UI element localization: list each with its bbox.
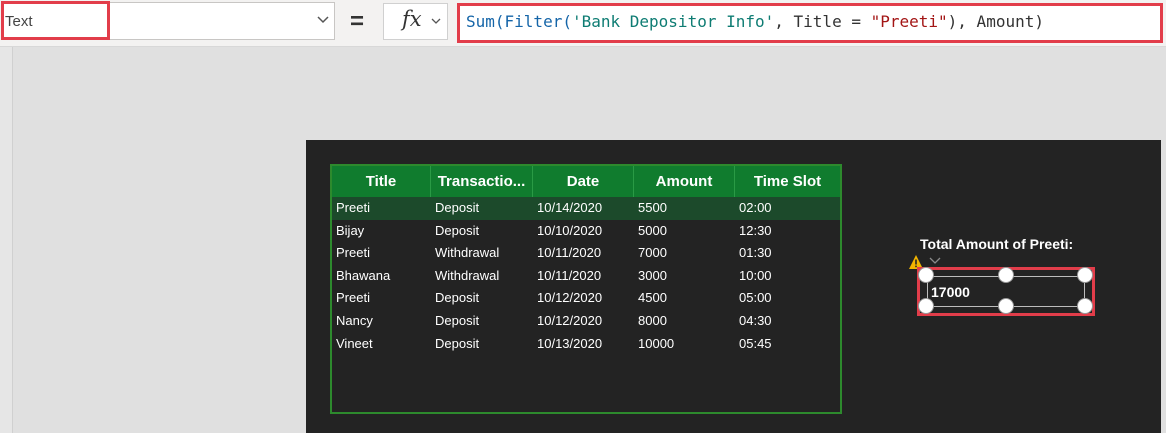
- cell-date: 10/12/2020: [537, 313, 603, 328]
- fx-button[interactable]: fx: [383, 3, 448, 40]
- table-row[interactable]: Preeti Deposit 10/14/2020 5500 02:00: [332, 197, 840, 220]
- total-value: 17000: [931, 284, 970, 300]
- cell-date: 10/11/2020: [537, 267, 602, 283]
- formula-sum: Sum(: [466, 12, 505, 31]
- data-table[interactable]: Title Transactio... Date Amount Time Slo…: [330, 164, 842, 414]
- cell-time-slot: 01:30: [739, 245, 772, 261]
- cell-amount: 4500: [638, 290, 667, 306]
- header-title[interactable]: Title: [332, 166, 431, 197]
- cell-transaction: Deposit: [435, 222, 480, 238]
- equals-sign: =: [350, 8, 365, 35]
- table-header: Title Transactio... Date Amount Time Slo…: [332, 166, 840, 197]
- cell-title: Preeti: [336, 245, 370, 261]
- cell-transaction: Deposit: [435, 313, 480, 328]
- cell-time-slot: 02:00: [739, 200, 772, 215]
- total-highlight: 17000: [917, 267, 1095, 316]
- cell-time-slot: 10:00: [739, 267, 772, 283]
- header-time-slot[interactable]: Time Slot: [735, 166, 840, 197]
- fx-icon: fx: [402, 7, 422, 31]
- cell-transaction: Withdrawal: [435, 245, 500, 261]
- chevron-down-icon: [431, 18, 441, 24]
- formula-source: 'Bank Depositor Info': [571, 12, 775, 31]
- cell-amount: 5000: [638, 222, 667, 238]
- resize-handle[interactable]: [1077, 298, 1093, 314]
- header-date[interactable]: Date: [533, 166, 634, 197]
- table-row[interactable]: Bhawana Withdrawal 10/11/2020 3000 10:00: [332, 265, 840, 288]
- cell-date: 10/11/2020: [537, 245, 602, 261]
- cell-transaction: Deposit: [435, 335, 480, 351]
- cell-date: 10/14/2020: [537, 200, 603, 215]
- formula-input[interactable]: Sum(Filter('Bank Depositor Info', Title …: [457, 3, 1163, 43]
- cell-amount: 3000: [638, 267, 667, 283]
- formula-mid: , Title =: [774, 12, 871, 31]
- cell-amount: 5500: [638, 200, 667, 215]
- cell-time-slot: 05:45: [739, 335, 772, 351]
- resize-handle[interactable]: [918, 267, 934, 283]
- cell-transaction: Deposit: [435, 200, 480, 215]
- total-label: Total Amount of Preeti:: [920, 236, 1074, 252]
- cell-title: Bijay: [336, 222, 365, 238]
- header-amount[interactable]: Amount: [634, 166, 735, 197]
- formula-filter: Filter(: [504, 12, 572, 31]
- cell-title: Preeti: [336, 200, 370, 215]
- chevron-down-icon: [929, 257, 941, 264]
- property-highlight: [1, 1, 110, 40]
- table-row[interactable]: Preeti Deposit 10/12/2020 4500 05:00: [332, 287, 840, 310]
- cell-transaction: Withdrawal: [435, 267, 500, 283]
- table-row[interactable]: Nancy Deposit 10/12/2020 8000 04:30: [332, 310, 840, 333]
- cell-date: 10/10/2020: [537, 222, 603, 238]
- resize-handle[interactable]: [918, 298, 934, 314]
- header-transaction[interactable]: Transactio...: [431, 166, 533, 197]
- table-row[interactable]: Preeti Withdrawal 10/11/2020 7000 01:30: [332, 242, 840, 265]
- resize-handle[interactable]: [1077, 267, 1093, 283]
- cell-date: 10/13/2020: [537, 335, 603, 351]
- formula-text: Sum(Filter('Bank Depositor Info', Title …: [466, 12, 1044, 31]
- cell-title: Nancy: [336, 313, 373, 328]
- cell-amount: 7000: [638, 245, 667, 261]
- table-row[interactable]: Vineet Deposit 10/13/2020 10000 05:45: [332, 333, 840, 356]
- table-row[interactable]: Bijay Deposit 10/10/2020 5000 12:30: [332, 220, 840, 243]
- cell-amount: 8000: [638, 313, 667, 328]
- cell-amount: 10000: [638, 335, 675, 351]
- cell-title: Vineet: [336, 335, 373, 351]
- cell-title: Preeti: [336, 290, 370, 306]
- resize-handle[interactable]: [998, 267, 1014, 283]
- formula-bar: Text = fx Sum(Filter('Bank Depositor Inf…: [0, 0, 1166, 47]
- formula-string: "Preeti": [870, 12, 948, 31]
- formula-end: ), Amount): [947, 12, 1044, 31]
- resize-handle[interactable]: [998, 298, 1014, 314]
- cell-time-slot: 04:30: [739, 313, 772, 328]
- cell-time-slot: 05:00: [739, 290, 772, 306]
- app-screen: Title Transactio... Date Amount Time Slo…: [306, 140, 1161, 433]
- cell-time-slot: 12:30: [739, 222, 772, 238]
- cell-date: 10/12/2020: [537, 290, 603, 306]
- cell-transaction: Deposit: [435, 290, 480, 306]
- chevron-down-icon[interactable]: [316, 13, 330, 27]
- cell-title: Bhawana: [336, 267, 391, 283]
